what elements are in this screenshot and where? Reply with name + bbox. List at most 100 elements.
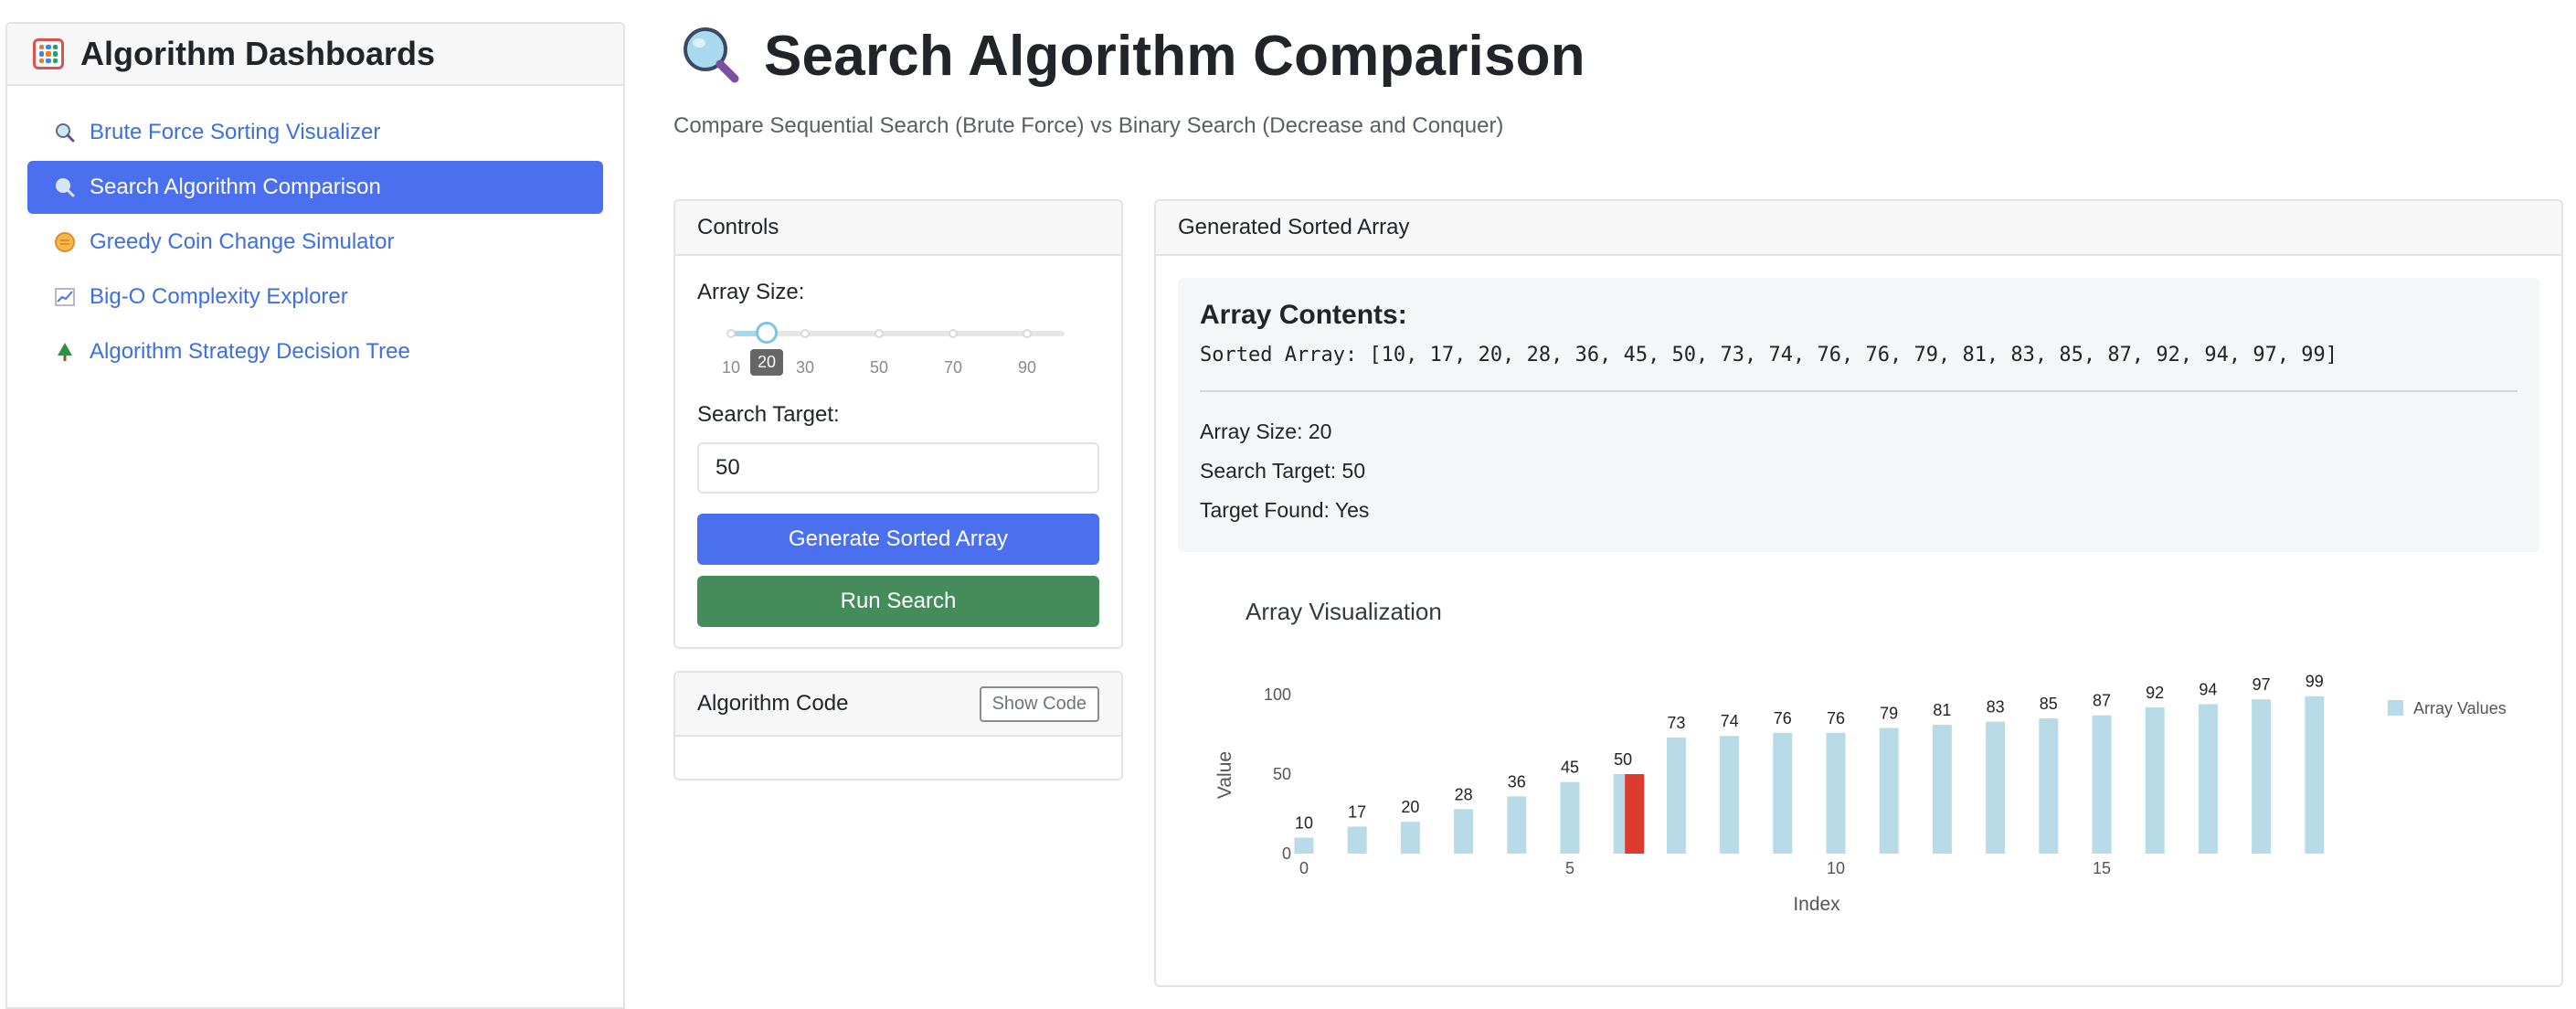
divider (1200, 390, 2518, 392)
controls-card: Controls Array Size: 10 30 50 70 90 20 S… (673, 199, 1123, 649)
bar (2305, 696, 2325, 854)
array-size-slider[interactable]: 10 30 50 70 90 20 (697, 316, 1099, 395)
sidebar-header: Algorithm Dashboards (7, 24, 623, 86)
array-size-label: Array Size: (697, 280, 805, 304)
target-found-info: Target Found: Yes (1200, 498, 1370, 522)
slider-value-bubble: 20 (749, 349, 784, 376)
magnifier-icon (53, 121, 77, 144)
generate-array-button[interactable]: Generate Sorted Array (697, 514, 1099, 565)
bar (2039, 718, 2059, 854)
algorithm-code-card: Algorithm Code Show Code (673, 671, 1123, 781)
page-title: Search Algorithm Comparison (764, 25, 1585, 88)
data-label: 79 (1880, 705, 1898, 723)
search-target-input[interactable]: 50 (697, 442, 1099, 494)
slider-tick (1023, 329, 1032, 338)
y-tick-label: 0 (1282, 844, 1291, 863)
y-tick-label: 50 (1273, 765, 1291, 783)
array-size-info: Array Size: 20 (1200, 420, 1332, 443)
data-label: 28 (1455, 785, 1473, 803)
slider-tick (726, 329, 736, 338)
bar (2252, 699, 2272, 854)
magnifier-icon (53, 175, 77, 199)
bar (1507, 796, 1527, 854)
array-contents-title: Array Contents: (1200, 300, 1407, 330)
slider-tick (800, 329, 810, 338)
bar (1666, 737, 1686, 854)
run-search-button[interactable]: Run Search (697, 576, 1099, 627)
y-axis-label: Value (1214, 751, 1235, 799)
page-subtitle: Compare Sequential Search (Brute Force) … (673, 113, 1504, 138)
data-label: 20 (1401, 798, 1419, 816)
data-label: 81 (1933, 701, 1951, 719)
sidebar-item-decision-tree[interactable]: Algorithm Strategy Decision Tree (27, 325, 603, 378)
algorithm-code-title: Algorithm Code (697, 691, 849, 716)
bar (1879, 728, 1899, 854)
data-label: 83 (1987, 698, 2005, 717)
chart-icon (53, 285, 77, 309)
sidebar-item-label: Algorithm Strategy Decision Tree (90, 339, 410, 364)
tree-icon (53, 340, 77, 364)
controls-header: Controls (675, 201, 1121, 256)
data-label: 10 (1295, 814, 1313, 833)
data-label: 73 (1667, 714, 1685, 732)
data-label: 17 (1348, 802, 1366, 821)
x-tick-label: 10 (1827, 859, 1845, 877)
data-label: 74 (1721, 712, 1739, 730)
data-label: 50 (1614, 750, 1632, 769)
highlight-bar (1625, 774, 1645, 854)
y-tick-label: 100 (1264, 685, 1291, 704)
data-label: 92 (2146, 684, 2164, 702)
legend-label: Array Values (2413, 699, 2507, 717)
data-label: 36 (1508, 772, 1526, 791)
slider-mark: 10 (721, 358, 741, 377)
bar (2198, 704, 2218, 854)
sorted-array-text: Sorted Array: [10, 17, 20, 28, 36, 45, 5… (1200, 344, 2338, 366)
sidebar-item-label: Big-O Complexity Explorer (90, 284, 348, 309)
x-tick-label: 15 (2093, 859, 2111, 877)
sidebar-title: Algorithm Dashboards (80, 35, 436, 72)
array-visualization-chart: 050100Value1017 20283645 5073 74 76 76 79 81 83 8… (1214, 673, 2507, 915)
data-label: 99 (2306, 673, 2324, 691)
x-tick-label: 5 (1565, 859, 1574, 877)
slider-tick (875, 329, 884, 338)
x-tick-label: 0 (1299, 859, 1309, 877)
bar (1720, 736, 1740, 854)
bar (2145, 706, 2165, 854)
bar (1400, 822, 1420, 854)
sidebar-item-brute-force-sorting[interactable]: Brute Force Sorting Visualizer (27, 106, 603, 159)
abacus-icon (33, 38, 64, 69)
page-header: Search Algorithm Comparison (680, 24, 1585, 89)
sidebar-item-label: Brute Force Sorting Visualizer (90, 120, 381, 144)
x-axis-label: Index (1793, 894, 1840, 915)
slider-mark: 50 (869, 358, 889, 377)
coin-icon (53, 230, 77, 254)
sidebar-item-greedy-coin-change[interactable]: Greedy Coin Change Simulator (27, 216, 603, 269)
data-label: 76 (1827, 709, 1845, 728)
data-label: 97 (2253, 675, 2271, 694)
slider-mark: 70 (943, 358, 963, 377)
show-code-button[interactable]: Show Code (979, 685, 1099, 722)
sidebar-item-big-o[interactable]: Big-O Complexity Explorer (27, 271, 603, 324)
data-label: 94 (2199, 680, 2217, 698)
bar (1773, 732, 1793, 854)
bar (1294, 837, 1314, 854)
search-target-info: Search Target: 50 (1200, 459, 1366, 483)
data-label: 76 (1774, 709, 1792, 728)
algorithm-code-header: Algorithm Code Show Code (675, 673, 1121, 737)
slider-mark: 30 (795, 358, 815, 377)
sidebar-nav: Brute Force Sorting Visualizer Search Al… (7, 86, 623, 400)
sidebar: Algorithm Dashboards Brute Force Sorting… (5, 22, 625, 1009)
slider-tick (949, 329, 958, 338)
data-label: 45 (1561, 759, 1579, 777)
data-label: 87 (2093, 692, 2111, 710)
data-label: 85 (2040, 695, 2058, 713)
bar (1560, 781, 1580, 854)
bar (1826, 732, 1846, 854)
bar (2092, 715, 2112, 854)
bar (1932, 725, 1952, 854)
sidebar-item-search-algorithm[interactable]: Search Algorithm Comparison (27, 161, 603, 214)
search-target-label: Search Target: (697, 402, 840, 427)
slider-track (730, 331, 1065, 336)
slider-handle[interactable] (756, 322, 778, 344)
sidebar-item-label: Search Algorithm Comparison (90, 175, 381, 199)
